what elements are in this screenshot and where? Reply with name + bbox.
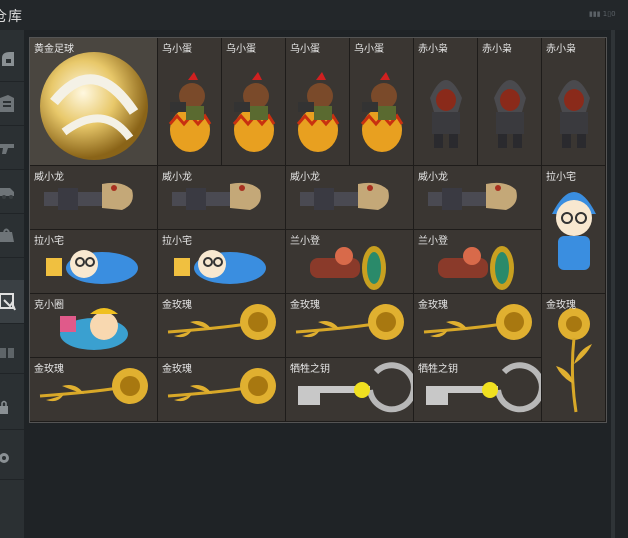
sidebar-item-box[interactable] [0, 280, 24, 324]
armor-icon [0, 95, 14, 112]
item-name: 金玫瑰 [546, 300, 576, 311]
page-title: 仓库 [0, 9, 23, 25]
item-name: 金玫瑰 [162, 364, 192, 375]
inventory-slot[interactable]: 金玫瑰 [542, 294, 606, 422]
scroll-track[interactable] [611, 30, 615, 538]
item-name: 赤小枭 [418, 44, 448, 55]
item-name: 威小龙 [162, 172, 192, 183]
item-name: 金玫瑰 [34, 364, 64, 375]
inventory-slot[interactable]: 赤小枭 [542, 38, 606, 166]
hood-item-icon [430, 80, 462, 148]
ball-item-icon [40, 52, 148, 160]
item-name: 兰小登 [418, 236, 448, 247]
item-name: 赤小枭 [546, 44, 576, 55]
item-name: 金玫瑰 [162, 300, 192, 311]
hood-item-icon [558, 80, 590, 148]
item-name: 乌小蛋 [354, 44, 384, 55]
inventory-slot[interactable]: 乌小蛋 [158, 38, 222, 166]
hood-item-icon [494, 80, 526, 148]
inventory-slot[interactable]: 金玫瑰 [30, 358, 158, 422]
rose-vertical-item-icon [556, 308, 592, 413]
otaku-standing-item-icon [552, 192, 596, 270]
inventory-slot[interactable]: 威小龙 [414, 166, 542, 230]
egg-item-icon [360, 72, 404, 152]
item-name: 乌小蛋 [226, 44, 256, 55]
item-name: 乌小蛋 [290, 44, 320, 55]
inventory-slot[interactable]: 金玫瑰 [414, 294, 542, 358]
item-name: 拉小宅 [162, 236, 192, 247]
inventory-slot[interactable]: 金玫瑰 [286, 294, 414, 358]
inventory-slot[interactable]: 拉小宅 [158, 230, 286, 294]
inventory-grid: 黄金足球 乌小蛋 乌小蛋 乌小蛋 乌小蛋 赤小枭 赤小枭 赤小枭 威小龙 威小龙… [29, 37, 607, 423]
inventory-slot[interactable]: 乌小蛋 [350, 38, 414, 166]
bag-icon [0, 228, 14, 242]
item-name: 牺牲之钥 [418, 364, 458, 375]
inventory-slot[interactable]: 兰小登 [414, 230, 542, 294]
inventory-slot[interactable]: 拉小宅 [542, 166, 606, 294]
box-icon [0, 293, 16, 311]
sidebar-item-bag[interactable] [0, 214, 24, 258]
inventory-slot[interactable]: 拉小宅 [30, 230, 158, 294]
item-name: 兰小登 [290, 236, 320, 247]
sidebar-item-settings[interactable] [0, 436, 24, 480]
inventory-slot[interactable]: 金玫瑰 [158, 358, 286, 422]
item-name: 乌小蛋 [162, 44, 192, 55]
egg-item-icon [232, 72, 276, 152]
vehicle-icon [0, 188, 14, 199]
item-name: 拉小宅 [34, 236, 64, 247]
inventory-slot[interactable]: 威小龙 [158, 166, 286, 230]
inventory-slot[interactable]: 威小龙 [286, 166, 414, 230]
inventory-slot[interactable]: 赤小枭 [478, 38, 542, 166]
sidebar [0, 30, 24, 538]
sidebar-item-lock[interactable] [0, 386, 24, 430]
gear-icon [0, 453, 9, 463]
lock-icon [0, 400, 8, 414]
item-name: 威小龙 [290, 172, 320, 183]
item-name: 金玫瑰 [290, 300, 320, 311]
gift-icon [0, 346, 14, 358]
inventory-slot[interactable]: 兰小登 [286, 230, 414, 294]
inventory-slot[interactable]: 乌小蛋 [286, 38, 350, 166]
item-name: 黄金足球 [34, 44, 74, 55]
inventory-slot[interactable]: 赤小枭 [414, 38, 478, 166]
header-corner-text: ▮▮▮ 1▯0 [589, 10, 616, 18]
title-bar: 仓库 ▮▮▮ 1▯0 [0, 0, 628, 30]
inventory-slot[interactable]: 克小圈 [30, 294, 158, 358]
inventory-slot[interactable]: 乌小蛋 [222, 38, 286, 166]
item-name: 牺牲之钥 [290, 364, 330, 375]
inventory-slot[interactable]: 牺牲之钥 [414, 358, 542, 422]
item-name: 拉小宅 [546, 172, 576, 183]
helmet-icon [2, 52, 14, 66]
inventory-slot[interactable]: 黄金足球 [30, 38, 158, 166]
item-name: 金玫瑰 [418, 300, 448, 311]
item-name: 威小龙 [418, 172, 448, 183]
item-name: 克小圈 [34, 300, 64, 311]
sidebar-item-gun[interactable] [0, 126, 24, 170]
sidebar-item-helmet[interactable] [0, 38, 24, 82]
sidebar-item-armor[interactable] [0, 82, 24, 126]
sidebar-item-gift[interactable] [0, 330, 24, 374]
inventory-slot[interactable]: 威小龙 [30, 166, 158, 230]
inventory-slot[interactable]: 金玫瑰 [158, 294, 286, 358]
inventory-slot[interactable]: 牺牲之钥 [286, 358, 414, 422]
item-name: 赤小枭 [482, 44, 512, 55]
item-name: 威小龙 [34, 172, 64, 183]
egg-item-icon [168, 72, 212, 152]
egg-item-icon [296, 72, 340, 152]
gun-icon [0, 144, 14, 154]
sidebar-item-vehicle[interactable] [0, 170, 24, 214]
